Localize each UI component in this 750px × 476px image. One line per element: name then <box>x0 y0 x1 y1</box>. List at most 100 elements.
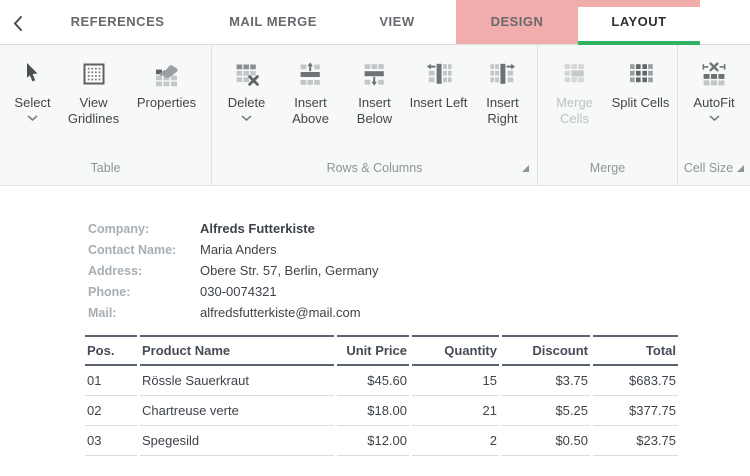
field-label-phone: Phone: <box>88 285 200 299</box>
group-label-cell-size: Cell Size <box>684 161 733 175</box>
tab-view[interactable]: VIEW <box>345 0 449 44</box>
cell-discount: $5.25 <box>502 396 590 426</box>
view-gridlines-icon <box>81 60 107 88</box>
cell-unit-price: $45.60 <box>337 366 409 396</box>
merge-cells-button-label: Merge Cells <box>543 95 607 127</box>
autofit-icon <box>701 60 727 88</box>
chevron-down-icon <box>709 114 720 121</box>
merge-cells-button: Merge Cells <box>543 58 607 129</box>
merge-cells-icon <box>562 60 588 88</box>
field-value-company: Alfreds Futterkiste <box>200 221 315 236</box>
document-canvas[interactable]: Company: Alfreds Futterkiste Contact Nam… <box>0 186 750 476</box>
tab-design[interactable]: DESIGN <box>459 0 575 44</box>
autofit-button[interactable]: AutoFit <box>682 58 746 123</box>
contact-fields: Company: Alfreds Futterkiste Contact Nam… <box>88 218 750 323</box>
field-label-company: Company: <box>88 222 200 236</box>
field-row: Address: Obere Str. 57, Berlin, Germany <box>88 260 750 281</box>
ribbon-group-rows-columns: Delete Insert Above <box>212 45 538 185</box>
cell-discount: $3.75 <box>502 366 590 396</box>
view-gridlines-button[interactable]: View Gridlines <box>61 58 127 129</box>
cell-unit-price: $18.00 <box>337 396 409 426</box>
autofit-button-label: AutoFit <box>693 95 734 111</box>
insert-row-above-icon <box>298 60 324 88</box>
insert-row-below-icon <box>362 60 388 88</box>
cell-unit-price: $12.00 <box>337 426 409 456</box>
col-header-unit-price: Unit Price <box>337 335 409 366</box>
ribbon-group-table: Select Vie <box>0 45 212 185</box>
insert-column-left-icon <box>426 60 452 88</box>
tab-bar: REFERENCES MAIL MERGE VIEW DESIGN LAYOUT <box>0 0 750 45</box>
delete-button[interactable]: Delete <box>216 58 278 123</box>
field-row: Contact Name: Maria Anders <box>88 239 750 260</box>
chevron-down-icon <box>241 114 252 121</box>
insert-left-button-label: Insert Left <box>410 95 468 111</box>
col-header-discount: Discount <box>502 335 590 366</box>
ribbon-group-merge: Merge Cells Split Cells <box>538 45 678 185</box>
field-row: Phone: 030-0074321 <box>88 281 750 302</box>
insert-column-right-icon <box>490 60 516 88</box>
cell-discount: $0.50 <box>502 426 590 456</box>
group-label-rows-columns: Rows & Columns <box>212 157 537 185</box>
view-gridlines-button-label: View Gridlines <box>61 95 127 127</box>
cell-quantity: 21 <box>412 396 499 426</box>
field-label-mail: Mail: <box>88 306 200 320</box>
tab-mail-merge[interactable]: MAIL MERGE <box>214 0 332 44</box>
field-value-contact-name: Maria Anders <box>200 242 277 257</box>
col-header-pos: Pos. <box>85 335 137 366</box>
field-value-mail: alfredsfutterkiste@mail.com <box>200 305 361 320</box>
select-cursor-icon <box>20 60 46 88</box>
field-value-address: Obere Str. 57, Berlin, Germany <box>200 263 378 278</box>
group-label-table: Table <box>0 157 211 185</box>
split-cells-button-label: Split Cells <box>612 95 670 111</box>
insert-right-button[interactable]: Insert Right <box>472 58 534 129</box>
insert-left-button[interactable]: Insert Left <box>408 58 470 113</box>
back-chevron-icon[interactable] <box>10 13 25 37</box>
col-header-product-name: Product Name <box>140 335 334 366</box>
group-expander-icon[interactable] <box>522 165 529 172</box>
cell-total: $23.75 <box>593 426 678 456</box>
table-row: 01 Rössle Sauerkraut $45.60 15 $3.75 $68… <box>85 366 678 396</box>
delete-table-icon <box>234 60 260 88</box>
cell-pos: 02 <box>85 396 137 426</box>
properties-button[interactable]: Properties <box>129 58 205 113</box>
table-row: 03 Spegesild $12.00 2 $0.50 $23.75 <box>85 426 678 456</box>
field-row: Company: Alfreds Futterkiste <box>88 218 750 239</box>
tab-references[interactable]: REFERENCES <box>60 0 175 44</box>
split-cells-button[interactable]: Split Cells <box>609 58 673 113</box>
cell-pos: 03 <box>85 426 137 456</box>
insert-right-button-label: Insert Right <box>472 95 534 127</box>
field-row: Mail: alfredsfutterkiste@mail.com <box>88 302 750 323</box>
tab-layout[interactable]: LAYOUT <box>580 0 698 44</box>
insert-below-button[interactable]: Insert Below <box>344 58 406 129</box>
cell-product-name: Rössle Sauerkraut <box>140 366 334 396</box>
field-label-address: Address: <box>88 264 200 278</box>
cell-quantity: 2 <box>412 426 499 456</box>
cell-total: $377.75 <box>593 396 678 426</box>
group-expander-icon[interactable] <box>737 165 744 172</box>
insert-above-button[interactable]: Insert Above <box>280 58 342 129</box>
cell-product-name: Spegesild <box>140 426 334 456</box>
invoice-table: Pos. Product Name Unit Price Quantity Di… <box>82 335 681 456</box>
col-header-quantity: Quantity <box>412 335 499 366</box>
select-button[interactable]: Select <box>7 58 59 123</box>
chevron-down-icon <box>27 114 38 121</box>
cell-total: $683.75 <box>593 366 678 396</box>
insert-above-button-label: Insert Above <box>280 95 342 127</box>
cell-quantity: 15 <box>412 366 499 396</box>
col-header-total: Total <box>593 335 678 366</box>
table-header-row: Pos. Product Name Unit Price Quantity Di… <box>85 335 678 366</box>
insert-below-button-label: Insert Below <box>344 95 406 127</box>
delete-button-label: Delete <box>228 95 266 111</box>
cell-pos: 01 <box>85 366 137 396</box>
cell-product-name: Chartreuse verte <box>140 396 334 426</box>
ribbon-group-cell-size: AutoFit Cell Size <box>678 45 750 185</box>
group-label-merge: Merge <box>538 157 677 185</box>
field-value-phone: 030-0074321 <box>200 284 277 299</box>
select-button-label: Select <box>14 95 50 111</box>
field-label-contact-name: Contact Name: <box>88 243 200 257</box>
ribbon: Select Vie <box>0 45 750 186</box>
split-cells-icon <box>628 60 654 88</box>
properties-button-label: Properties <box>137 95 196 111</box>
table-row: 02 Chartreuse verte $18.00 21 $5.25 $377… <box>85 396 678 426</box>
properties-hand-icon <box>154 60 180 88</box>
